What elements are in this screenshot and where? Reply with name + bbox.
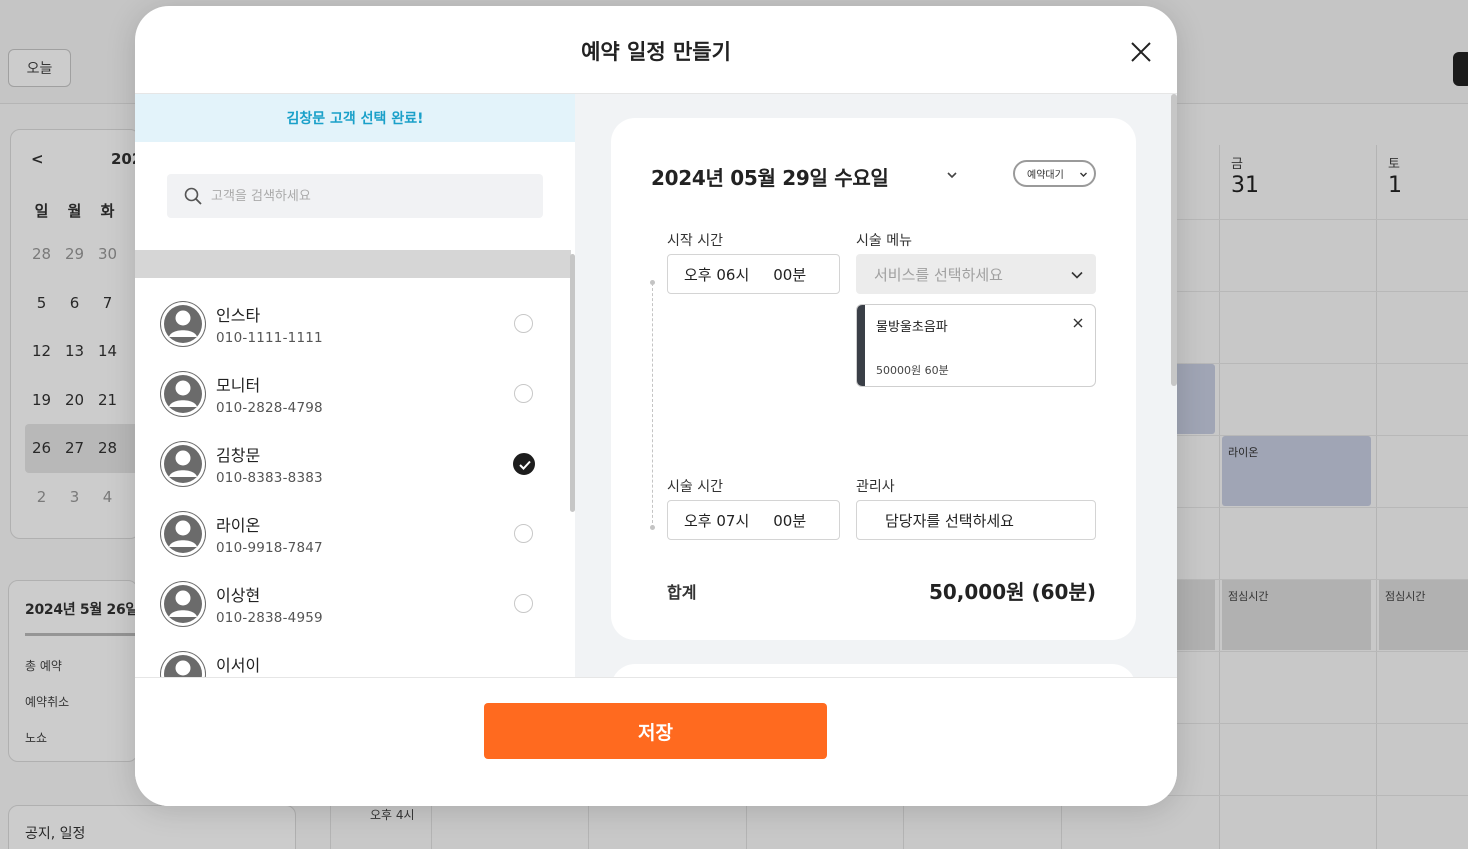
customer-phone: 010-8383-8383 (216, 470, 323, 486)
booking-panel: 2024년 05월 29일 수요일 예약대기 시작 시간 오후 06시 00분 … (575, 94, 1177, 677)
search-icon (184, 187, 202, 205)
check-icon[interactable] (513, 453, 535, 475)
start-minute: 00분 (773, 265, 807, 284)
customer-item[interactable]: 이상현 010-2838-4959 (135, 558, 571, 628)
customer-phone: 010-1111-1111 (216, 330, 323, 346)
timeline-dot (650, 280, 655, 285)
customer-item[interactable]: 모니터 010-2828-4798 (135, 348, 571, 418)
customer-phone: 010-9918-7847 (216, 540, 323, 556)
avatar-icon (160, 581, 206, 627)
selected-customer-banner: 김창문 고객 선택 완료! (135, 94, 575, 142)
selected-service-card: 물방울초음파 50000원 60분 (856, 304, 1096, 387)
avatar-icon (160, 511, 206, 557)
avatar-icon (160, 651, 206, 677)
search-input[interactable] (211, 188, 531, 204)
customer-radio[interactable] (514, 314, 533, 333)
chevron-down-icon[interactable] (944, 167, 960, 183)
modal-title: 예약 일정 만들기 (581, 40, 731, 64)
customer-phone: 010-2838-4959 (216, 610, 323, 626)
time-connector (652, 283, 653, 528)
end-minute: 00분 (773, 511, 807, 530)
service-select-placeholder: 서비스를 선택하세요 (874, 265, 1003, 284)
total-value: 50,000원 (60분) (928, 580, 1096, 604)
manager-label: 관리사 (856, 479, 895, 495)
customer-name: 김창문 (216, 446, 261, 465)
customer-search[interactable] (167, 174, 543, 218)
customer-name: 이서이 (216, 656, 261, 675)
avatar-icon (160, 301, 206, 347)
customer-name: 모니터 (216, 376, 261, 395)
booking-card-next (611, 664, 1136, 677)
service-select[interactable]: 서비스를 선택하세요 (856, 254, 1096, 294)
avatar-icon (160, 371, 206, 417)
customer-list-header (135, 250, 571, 278)
avatar-icon (160, 441, 206, 487)
customer-name: 이상현 (216, 586, 261, 605)
close-icon[interactable] (1072, 314, 1084, 328)
customer-panel: 김창문 고객 선택 완료! 인스타 010-1111-1111 모니터 010-… (135, 94, 575, 677)
chevron-down-icon (1071, 271, 1083, 279)
save-button[interactable]: 저장 (484, 703, 827, 759)
start-hour: 오후 06시 (684, 265, 750, 284)
customer-item[interactable]: 이서이 (135, 628, 571, 677)
status-select[interactable]: 예약대기 (1013, 160, 1096, 187)
booking-scrollbar[interactable] (1171, 94, 1177, 386)
chevron-down-icon (1080, 172, 1087, 177)
manager-select[interactable]: 담당자를 선택하세요 (856, 500, 1096, 540)
manager-placeholder: 담당자를 선택하세요 (885, 511, 1014, 530)
booking-card: 2024년 05월 29일 수요일 예약대기 시작 시간 오후 06시 00분 … (611, 118, 1136, 640)
service-color-stripe (857, 305, 865, 386)
customer-radio[interactable] (514, 524, 533, 543)
end-hour: 오후 07시 (684, 511, 750, 530)
close-icon[interactable] (1127, 38, 1155, 66)
customer-radio[interactable] (514, 384, 533, 403)
customer-item-selected[interactable]: 김창문 010-8383-8383 (135, 418, 571, 488)
service-price-duration: 50000원 60분 (876, 364, 949, 377)
end-time-field[interactable]: 오후 07시 00분 (667, 500, 840, 540)
customer-radio[interactable] (514, 594, 533, 613)
start-time-field[interactable]: 오후 06시 00분 (667, 254, 840, 294)
customer-item[interactable]: 인스타 010-1111-1111 (135, 278, 571, 348)
create-reservation-modal: 예약 일정 만들기 김창문 고객 선택 완료! 인스타 010-1111-111… (135, 6, 1177, 806)
service-menu-label: 시술 메뉴 (856, 233, 912, 249)
customer-name: 라이온 (216, 516, 261, 535)
status-value: 예약대기 (1027, 170, 1064, 181)
customer-list: 인스타 010-1111-1111 모니터 010-2828-4798 김창문 … (135, 278, 571, 677)
service-name: 물방울초음파 (876, 320, 948, 335)
total-label: 합계 (667, 583, 697, 602)
modal-footer: 저장 (135, 677, 1177, 806)
start-time-label: 시작 시간 (667, 233, 723, 249)
modal-header: 예약 일정 만들기 (135, 6, 1177, 94)
customer-name: 인스타 (216, 306, 261, 325)
timeline-dot (650, 525, 655, 530)
duration-label: 시술 시간 (667, 479, 723, 495)
booking-date[interactable]: 2024년 05월 29일 수요일 (651, 162, 889, 191)
customer-phone: 010-2828-4798 (216, 400, 323, 416)
customer-item[interactable]: 라이온 010-9918-7847 (135, 488, 571, 558)
